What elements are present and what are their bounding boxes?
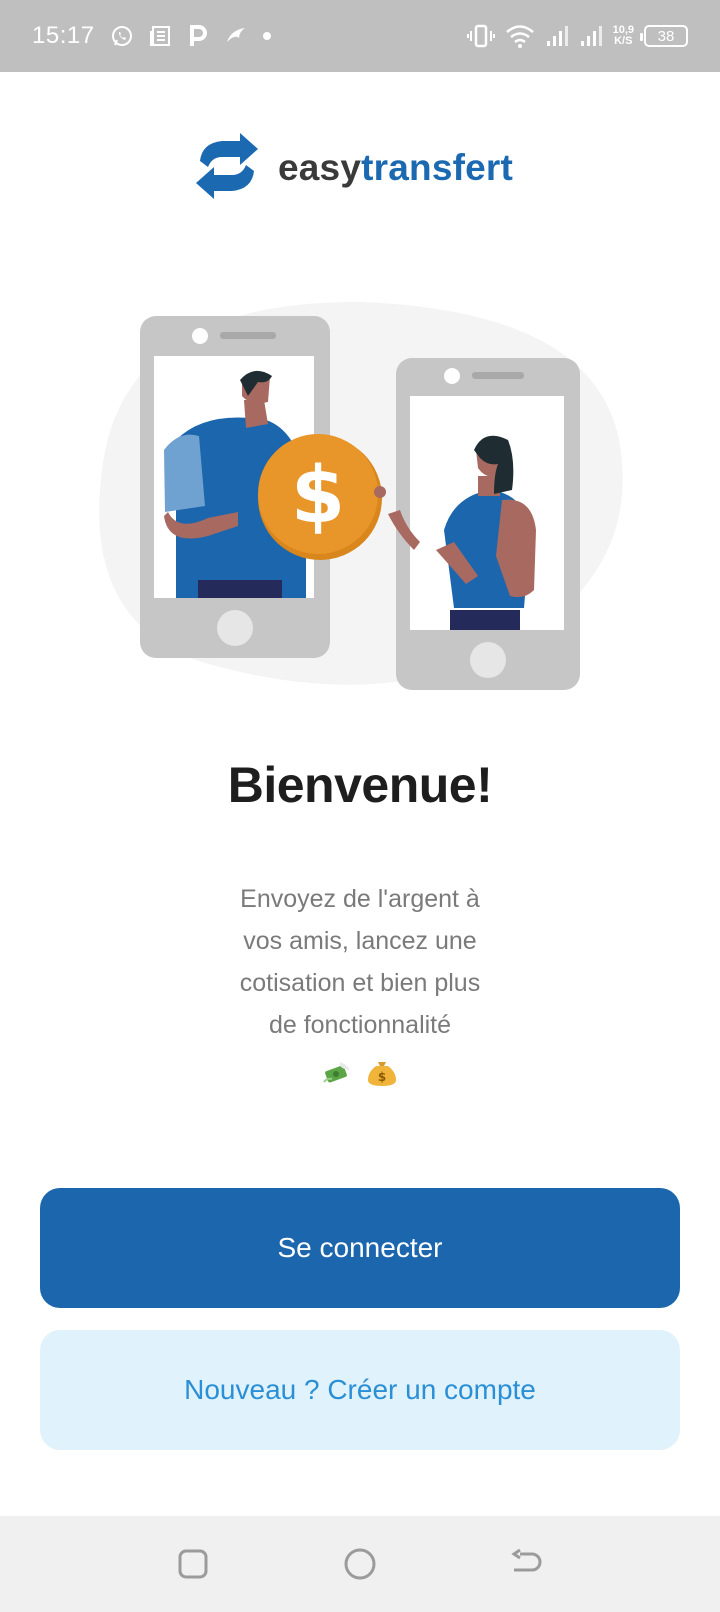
- svg-text:$: $: [291, 451, 345, 541]
- whatsapp-icon: [109, 23, 135, 49]
- welcome-title: Bienvenue!: [227, 757, 493, 813]
- svg-text:$: $: [378, 1070, 386, 1084]
- network-speed-unit: K/S: [614, 35, 633, 47]
- create-account-button[interactable]: Nouveau ? Créer un compte: [40, 1330, 680, 1450]
- logo-word-transfert: transfert: [361, 147, 514, 188]
- recent-apps-icon[interactable]: [163, 1534, 223, 1594]
- signal-icon: [545, 21, 569, 51]
- welcome-description: Envoyez de l'argent à vos amis, lancez u…: [210, 878, 510, 1046]
- vibrate-icon: [466, 21, 495, 51]
- back-icon[interactable]: [497, 1534, 557, 1594]
- login-button[interactable]: Se connecter: [40, 1188, 680, 1308]
- notification-icons: [109, 23, 249, 49]
- welcome-line: Envoyez de l'argent à: [240, 885, 480, 913]
- more-notifications-dot: [262, 32, 271, 40]
- status-bar: 15:17 10,9 K/S 38: [0, 0, 720, 72]
- transfer-arrows-icon: [190, 131, 264, 205]
- p-app-icon: [185, 23, 211, 49]
- money-bag-emoji: $: [366, 1056, 398, 1088]
- battery-indicator: 38: [640, 25, 688, 47]
- bird-app-icon: [223, 23, 249, 49]
- news-icon: [147, 23, 173, 49]
- home-icon[interactable]: [330, 1534, 390, 1594]
- status-time: 15:17: [32, 22, 95, 49]
- system-icons: 10,9 K/S 38: [466, 21, 688, 51]
- wifi-icon: [505, 21, 535, 51]
- money-transfer-illustration: $: [96, 300, 624, 712]
- network-speed: 10,9 K/S: [613, 25, 634, 47]
- welcome-line: vos amis, lancez une: [243, 927, 477, 955]
- emoji-line: $: [0, 1054, 720, 1088]
- welcome-line: cotisation et bien plus: [239, 969, 481, 997]
- money-with-wings-emoji: [322, 1056, 354, 1088]
- logo-word-easy: easy: [278, 147, 362, 188]
- app-logo: easytransfert: [190, 130, 513, 206]
- logo-wordmark: easytransfert: [278, 147, 513, 189]
- system-navigation-bar: [0, 1516, 720, 1612]
- welcome-line: de fonctionnalité: [268, 1011, 452, 1039]
- signal-icon: [579, 21, 603, 51]
